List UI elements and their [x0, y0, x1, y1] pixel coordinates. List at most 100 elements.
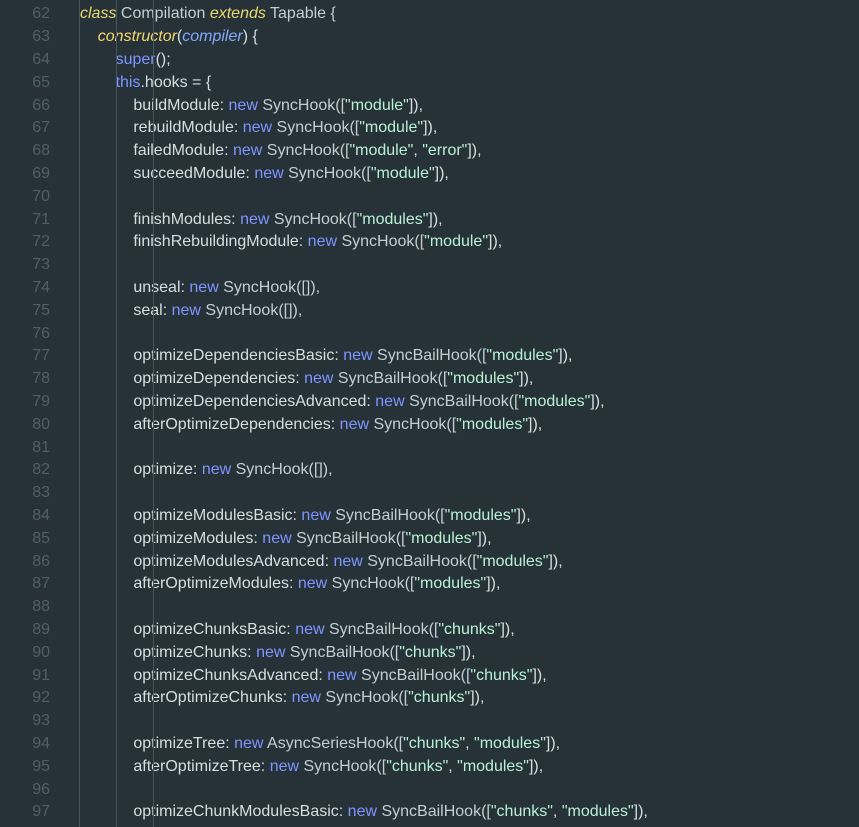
line-code[interactable]: failedModule: new SyncHook(["module", "e… — [80, 142, 481, 160]
code-token: ]), — [461, 643, 476, 661]
code-token: SyncHook([ — [369, 415, 457, 433]
code-token: optimizeDependenciesAdvanced — [133, 392, 367, 410]
line-code[interactable]: seal: new SyncHook([]), — [80, 302, 302, 320]
code-line[interactable]: 90 optimizeChunks: new SyncBailHook(["ch… — [0, 641, 859, 664]
line-code[interactable]: optimizeChunkModulesBasic: new SyncBailH… — [80, 803, 648, 821]
code-line[interactable]: 67 rebuildModule: new SyncHook(["module"… — [0, 117, 859, 140]
line-code[interactable]: super(); — [80, 51, 171, 69]
line-number: 86 — [32, 552, 50, 570]
code-token: class — [80, 5, 117, 23]
line-number: 75 — [32, 301, 50, 319]
line-code[interactable]: optimizeDependenciesAdvanced: new SyncBa… — [80, 392, 604, 411]
code-line[interactable]: 78 optimizeDependencies: new SyncBailHoo… — [0, 368, 859, 391]
code-line[interactable]: 77 optimizeDependenciesBasic: new SyncBa… — [0, 345, 859, 368]
line-code[interactable]: afterOptimizeChunks: new SyncHook(["chun… — [80, 689, 484, 707]
line-number: 85 — [32, 529, 50, 547]
code-line[interactable]: 91 optimizeChunksAdvanced: new SyncBailH… — [0, 664, 859, 687]
line-code[interactable]: optimizeDependencies: new SyncBailHook([… — [80, 370, 533, 388]
code-token: buildModule — [133, 96, 220, 114]
code-line[interactable]: 76 — [0, 322, 859, 345]
line-code[interactable]: finishRebuildingModule: new SyncHook(["m… — [80, 233, 502, 251]
code-line[interactable]: 83 — [0, 482, 859, 505]
code-line[interactable]: 63 constructor(compiler) { — [0, 26, 859, 49]
code-line[interactable]: 96 — [0, 778, 859, 801]
code-editor[interactable]: 62 class Compilation extends Tapable {63 … — [0, 0, 859, 827]
code-line[interactable]: 71 finishModules: new SyncHook(["modules… — [0, 208, 859, 231]
code-line[interactable]: 93 — [0, 710, 859, 733]
line-code[interactable]: optimizeModules: new SyncBailHook(["modu… — [80, 530, 491, 548]
line-code[interactable]: optimizeChunksBasic: new SyncBailHook(["… — [80, 621, 514, 639]
code-line[interactable]: 80 afterOptimizeDependencies: new SyncHo… — [0, 413, 859, 436]
code-line[interactable]: 82 optimize: new SyncHook([]), — [0, 459, 859, 482]
line-code[interactable]: constructor(compiler) { — [80, 28, 258, 46]
code-line[interactable]: 66 buildModule: new SyncHook(["module"])… — [0, 94, 859, 117]
code-token: constructor — [97, 28, 177, 46]
code-token: : — [288, 575, 298, 593]
code-line[interactable]: 79 optimizeDependenciesAdvanced: new Syn… — [0, 391, 859, 414]
code-line[interactable]: 87 afterOptimizeModules: new SyncHook(["… — [0, 573, 859, 596]
code-line[interactable]: 94 optimizeTree: new AsyncSeriesHook(["c… — [0, 733, 859, 756]
line-number: 63 — [32, 28, 50, 46]
code-token: , — [552, 803, 562, 821]
line-number: 76 — [32, 324, 50, 342]
code-line[interactable]: 73 — [0, 254, 859, 277]
code-token: , — [413, 142, 423, 160]
code-token: : — [366, 392, 376, 410]
line-code[interactable]: class Compilation extends Tapable { — [80, 5, 336, 23]
line-code[interactable]: optimizeChunksAdvanced: new SyncBailHook… — [80, 666, 546, 685]
line-code[interactable]: this.hooks = { — [80, 74, 212, 92]
code-line[interactable]: 68 failedModule: new SyncHook(["module",… — [0, 140, 859, 163]
code-line[interactable]: 95 afterOptimizeTree: new SyncHook(["chu… — [0, 755, 859, 778]
code-token: : — [219, 96, 229, 114]
line-code[interactable]: afterOptimizeDependencies: new SyncHook(… — [80, 416, 542, 434]
code-line[interactable]: 74 unseal: new SyncHook([]), — [0, 277, 859, 300]
code-line[interactable]: 97 optimizeChunkModulesBasic: new SyncBa… — [0, 801, 859, 824]
code-line[interactable]: 81 — [0, 436, 859, 459]
line-code[interactable]: rebuildModule: new SyncHook(["module"]), — [80, 119, 437, 137]
code-token: "modules" — [486, 347, 559, 365]
code-line[interactable]: 86 optimizeModulesAdvanced: new SyncBail… — [0, 550, 859, 573]
code-line[interactable]: 92 afterOptimizeChunks: new SyncHook(["c… — [0, 687, 859, 710]
code-token: optimizeTree — [133, 734, 226, 752]
code-token: new — [254, 164, 284, 182]
line-code[interactable]: afterOptimizeTree: new SyncHook(["chunks… — [80, 758, 543, 776]
code-token: : — [334, 347, 344, 365]
line-code[interactable]: buildModule: new SyncHook(["module"]), — [80, 97, 423, 115]
code-line[interactable]: 70 — [0, 185, 859, 208]
code-token: "chunks" — [470, 666, 533, 684]
code-line[interactable]: 72 finishRebuildingModule: new SyncHook(… — [0, 231, 859, 254]
code-line[interactable]: 88 — [0, 596, 859, 619]
line-code[interactable]: optimizeModulesBasic: new SyncBailHook([… — [80, 507, 530, 525]
code-token: "error" — [422, 142, 468, 160]
code-token: "module" — [370, 164, 435, 182]
line-code[interactable]: succeedModule: new SyncHook(["module"]), — [80, 165, 449, 183]
code-token: ]), — [558, 347, 573, 365]
code-line[interactable]: 85 optimizeModules: new SyncBailHook(["m… — [0, 527, 859, 550]
code-token: : — [318, 666, 328, 684]
line-code[interactable]: finishModules: new SyncHook(["modules"])… — [80, 210, 442, 229]
code-line[interactable]: 65 this.hooks = { — [0, 71, 859, 94]
code-token: : — [330, 415, 340, 433]
code-token: ]), — [408, 96, 424, 114]
line-code[interactable]: afterOptimizeModules: new SyncHook(["mod… — [80, 575, 500, 593]
code-line[interactable]: 75 seal: new SyncHook([]), — [0, 299, 859, 322]
code-token: "chunks" — [408, 689, 471, 707]
code-token: : — [245, 164, 255, 182]
code-line[interactable]: 89 optimizeChunksBasic: new SyncBailHook… — [0, 619, 859, 642]
code-token: "modules" — [356, 210, 429, 228]
code-line[interactable]: 69 succeedModule: new SyncHook(["module"… — [0, 163, 859, 186]
code-token: "modules" — [447, 370, 520, 388]
code-token: rebuildModule — [133, 119, 234, 137]
code-line[interactable]: 62 class Compilation extends Tapable { — [0, 3, 859, 26]
line-code[interactable]: optimize: new SyncHook([]), — [80, 461, 332, 479]
line-code[interactable]: optimizeChunks: new SyncBailHook(["chunk… — [80, 643, 476, 662]
code-line[interactable]: 84 optimizeModulesBasic: new SyncBailHoo… — [0, 505, 859, 528]
line-number: 84 — [32, 506, 50, 524]
code-line[interactable]: 64 super(); — [0, 49, 859, 72]
